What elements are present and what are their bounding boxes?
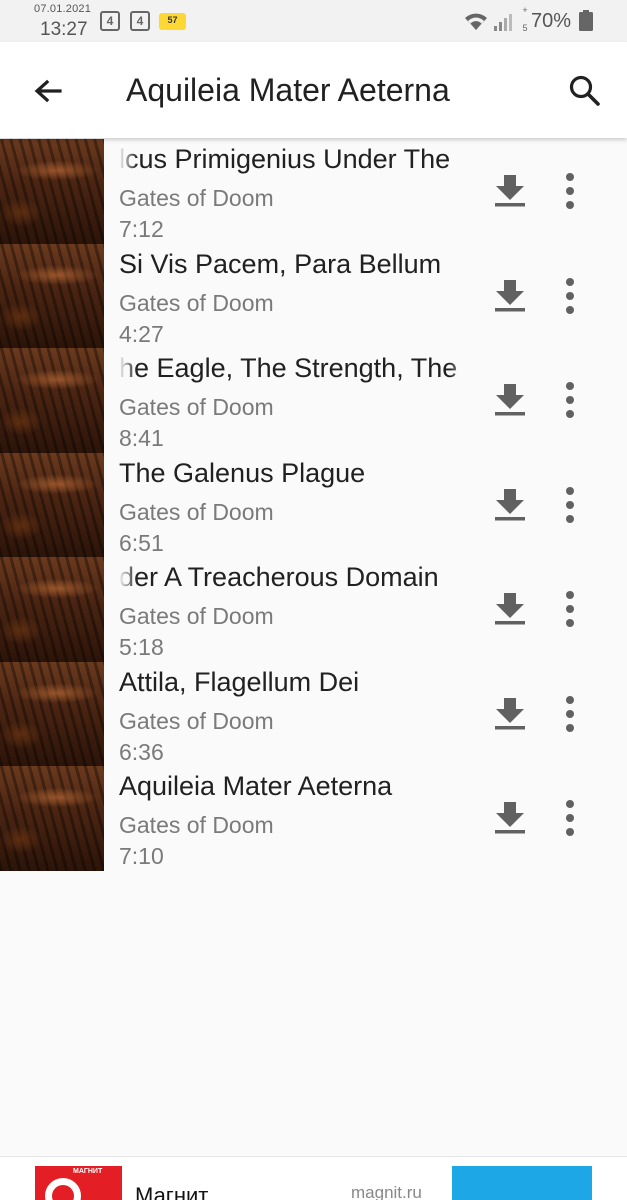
ad-banner[interactable]: МАГНИТ Магнит magnit.ru bbox=[0, 1156, 627, 1200]
track-duration: 7:10 bbox=[119, 843, 164, 869]
status-date: 07.01.2021 bbox=[34, 3, 92, 15]
track-list: lcus Primigenius Under The Gates of Doom… bbox=[0, 139, 627, 871]
track-item[interactable]: The Galenus Plague Gates of Doom 6:51 bbox=[0, 452, 627, 557]
track-title-text: Aquileia Mater Aeterna bbox=[119, 771, 393, 801]
battery-icon bbox=[579, 10, 593, 31]
arrow-left-icon bbox=[34, 79, 62, 103]
track-item[interactable]: Attila, Flagellum Dei Gates of Doom 6:36 bbox=[0, 661, 627, 766]
app-bar: Aquileia Mater Aeterna bbox=[0, 42, 627, 138]
track-title: Aquileia Mater Aeterna bbox=[119, 771, 468, 807]
download-button[interactable] bbox=[490, 380, 530, 420]
track-title-text: Si Vis Pacem, Para Bellum bbox=[119, 248, 442, 279]
track-artist: Gates of Doom bbox=[119, 498, 274, 525]
search-button[interactable] bbox=[564, 70, 604, 110]
download-button[interactable] bbox=[490, 694, 530, 734]
download-icon bbox=[495, 593, 525, 625]
track-title: The Galenus Plague bbox=[119, 458, 468, 494]
ad-cta-button[interactable] bbox=[452, 1166, 592, 1200]
track-item[interactable]: der A Treacherous Domain Gates of Doom 5… bbox=[0, 557, 627, 662]
album-art bbox=[0, 557, 104, 662]
download-icon bbox=[495, 279, 525, 311]
track-duration: 5:18 bbox=[119, 634, 164, 660]
ad-domain: magnit.ru bbox=[351, 1183, 422, 1200]
track-title-text: lcus Primigenius Under The bbox=[119, 144, 451, 174]
battery-percent: 70% bbox=[531, 10, 572, 32]
album-art bbox=[0, 766, 104, 871]
track-duration: 6:36 bbox=[119, 738, 164, 765]
more-vertical-icon bbox=[566, 800, 574, 836]
track-title: he Eagle, The Strength, The bbox=[119, 353, 468, 389]
track-duration: 7:12 bbox=[119, 216, 164, 242]
track-duration: 6:51 bbox=[119, 529, 164, 556]
more-options-button[interactable] bbox=[556, 380, 584, 420]
download-button[interactable] bbox=[490, 171, 530, 211]
download-button[interactable] bbox=[490, 798, 530, 838]
download-button[interactable] bbox=[490, 589, 530, 629]
more-options-button[interactable] bbox=[556, 485, 584, 525]
status-bar: 07.01.2021 13:27 4 4 57 + 5 70% bbox=[0, 0, 627, 42]
more-options-button[interactable] bbox=[556, 276, 584, 316]
track-item[interactable]: lcus Primigenius Under The Gates of Doom… bbox=[0, 139, 627, 244]
status-time: 13:27 bbox=[40, 19, 88, 40]
track-artist: Gates of Doom bbox=[119, 707, 274, 734]
network-label: 5 bbox=[522, 23, 528, 33]
track-artist: Gates of Doom bbox=[119, 394, 274, 420]
more-options-button[interactable] bbox=[556, 694, 584, 734]
network-indicator: + 5 bbox=[521, 6, 529, 33]
signal-icon bbox=[494, 14, 512, 31]
track-title: lcus Primigenius Under The bbox=[119, 144, 468, 180]
notification-icon: 4 bbox=[130, 11, 150, 31]
album-art bbox=[0, 243, 104, 348]
track-artist: Gates of Doom bbox=[119, 185, 274, 211]
album-art bbox=[0, 348, 104, 453]
track-artist: Gates of Doom bbox=[119, 289, 274, 316]
ad-logo-text: МАГНИТ bbox=[73, 1168, 103, 1175]
page-title: Aquileia Mater Aeterna bbox=[126, 72, 450, 108]
more-options-button[interactable] bbox=[556, 798, 584, 838]
ad-title: Магнит bbox=[135, 1183, 209, 1200]
track-artist: Gates of Doom bbox=[119, 603, 274, 629]
download-icon bbox=[495, 384, 525, 416]
track-title-text: der A Treacherous Domain bbox=[119, 562, 439, 592]
notification-icon: 4 bbox=[100, 11, 120, 31]
ad-logo-mark bbox=[45, 1178, 81, 1200]
track-title-text: he Eagle, The Strength, The bbox=[119, 353, 458, 383]
track-item[interactable]: he Eagle, The Strength, The Gates of Doo… bbox=[0, 348, 627, 453]
download-icon bbox=[495, 697, 525, 729]
more-vertical-icon bbox=[566, 695, 574, 732]
wifi-icon bbox=[465, 13, 487, 30]
more-options-button[interactable] bbox=[556, 171, 584, 211]
notification-badge: 57 bbox=[159, 13, 186, 30]
network-plus: + bbox=[522, 5, 528, 15]
track-item[interactable]: Aquileia Mater Aeterna Gates of Doom 7:1… bbox=[0, 766, 627, 871]
track-title-text: Attila, Flagellum Dei bbox=[119, 666, 360, 697]
download-icon bbox=[495, 802, 525, 834]
track-title-text: The Galenus Plague bbox=[119, 457, 366, 488]
more-options-button[interactable] bbox=[556, 589, 584, 629]
track-duration: 8:41 bbox=[119, 425, 164, 451]
track-duration: 4:27 bbox=[119, 320, 164, 347]
track-artist: Gates of Doom bbox=[119, 812, 274, 838]
track-title: Attila, Flagellum Dei bbox=[119, 667, 468, 703]
download-icon bbox=[495, 488, 525, 520]
download-button[interactable] bbox=[490, 485, 530, 525]
ad-logo: МАГНИТ bbox=[35, 1166, 122, 1200]
more-vertical-icon bbox=[566, 591, 574, 627]
album-art bbox=[0, 452, 104, 557]
download-button[interactable] bbox=[490, 276, 530, 316]
download-icon bbox=[495, 175, 525, 207]
album-art bbox=[0, 139, 104, 244]
album-art bbox=[0, 661, 104, 766]
back-button[interactable] bbox=[28, 72, 68, 112]
more-vertical-icon bbox=[566, 382, 574, 418]
search-icon bbox=[569, 75, 600, 106]
more-vertical-icon bbox=[566, 173, 574, 209]
more-vertical-icon bbox=[566, 277, 574, 314]
track-title: Si Vis Pacem, Para Bellum bbox=[119, 249, 468, 285]
more-vertical-icon bbox=[566, 486, 574, 523]
track-item[interactable]: Si Vis Pacem, Para Bellum Gates of Doom … bbox=[0, 243, 627, 348]
track-title: der A Treacherous Domain bbox=[119, 562, 468, 598]
